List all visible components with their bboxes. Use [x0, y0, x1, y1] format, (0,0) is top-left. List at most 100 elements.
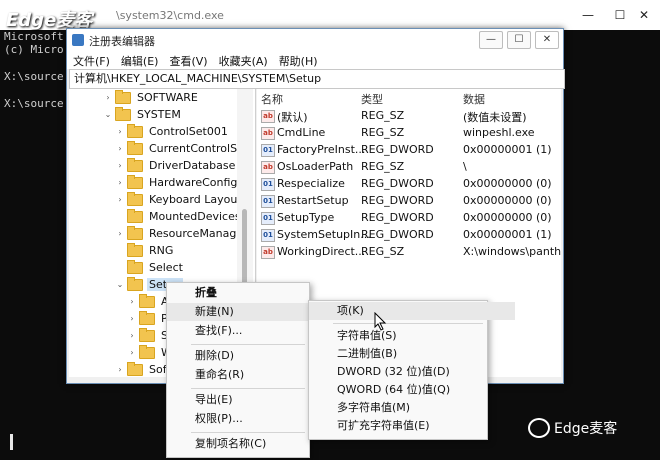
menu-item-new-expandable-string[interactable]: 可扩充字符串值(E) [309, 417, 515, 435]
chevron-right-icon[interactable]: › [115, 161, 125, 170]
regedit-titlebar[interactable]: 注册表编辑器 — ☐ ✕ [67, 29, 563, 51]
table-row[interactable]: 01 FactoryPreInst... REG_DWORD 0x00000001 (… [257, 141, 561, 158]
menu-view[interactable]: 查看(V) [163, 51, 212, 69]
chevron-right-icon[interactable]: › [115, 127, 125, 136]
regedit-app-icon [72, 34, 84, 46]
binary-value-icon: 01 [261, 212, 275, 225]
tree-item-currentcontrolset[interactable]: › CurrentControlSet [115, 140, 250, 157]
chevron-right-icon[interactable]: › [103, 93, 113, 102]
folder-icon [139, 310, 155, 325]
menu-separator [191, 344, 305, 345]
folder-icon [127, 361, 143, 376]
tree-item-mounteddevices[interactable]: MountedDevices [115, 208, 243, 225]
table-row[interactable]: 01 SetupType REG_DWORD 0x00000000 (0) [257, 209, 561, 226]
folder-icon [127, 157, 143, 172]
folder-icon [127, 242, 143, 257]
column-type[interactable]: 类型 [361, 91, 383, 107]
watermark-bottom: Edge麦客 [528, 418, 617, 438]
string-value-icon: ab [261, 110, 275, 123]
string-value-icon: ab [261, 246, 275, 259]
binary-value-icon: 01 [261, 195, 275, 208]
table-row[interactable]: ab WorkingDirect... REG_SZ X:\windows\panth… [257, 243, 561, 260]
column-name[interactable]: 名称 [261, 91, 283, 107]
column-data[interactable]: 数据 [463, 91, 485, 107]
menu-item-new-string[interactable]: 字符串值(S) [309, 327, 515, 345]
tree-item-setup-child[interactable]: › S [127, 327, 170, 344]
chevron-right-icon[interactable]: › [115, 144, 125, 153]
table-row[interactable]: 01 RestartSetup REG_DWORD 0x00000000 (0) [257, 192, 561, 209]
binary-value-icon: 01 [261, 229, 275, 242]
chevron-right-icon[interactable]: › [115, 178, 125, 187]
menu-separator [333, 323, 483, 324]
chevron-right-icon[interactable]: › [127, 331, 137, 340]
tree-item-setup-child[interactable]: › A [127, 293, 171, 310]
folder-icon [115, 106, 131, 121]
string-value-icon: ab [261, 127, 275, 140]
wechat-icon [528, 418, 550, 438]
text-cursor [10, 434, 13, 450]
tree-item-driverdatabase[interactable]: › DriverDatabase [115, 157, 237, 174]
regedit-title: 注册表编辑器 [89, 35, 155, 48]
chevron-down-icon[interactable]: ⌄ [103, 110, 113, 119]
tree-item-select[interactable]: Select [115, 259, 185, 276]
tree-item-hardwareconfig[interactable]: › HardwareConfig [115, 174, 239, 191]
cmd-line: X:\source [4, 97, 64, 110]
chevron-down-icon[interactable]: ⌄ [115, 280, 125, 289]
tree-item-system[interactable]: ⌄ SYSTEM [103, 106, 183, 123]
folder-icon [127, 140, 143, 155]
folder-icon [127, 208, 143, 223]
folder-icon [127, 225, 143, 240]
cmd-title: \system32\cmd.exe [116, 9, 224, 22]
menu-item-new-multi-string[interactable]: 多字符串值(M) [309, 399, 515, 417]
chevron-right-icon[interactable]: › [127, 297, 137, 306]
menu-item-new-binary[interactable]: 二进制值(B) [309, 345, 515, 363]
string-value-icon: ab [261, 161, 275, 174]
chevron-right-icon[interactable]: › [127, 314, 137, 323]
folder-icon [139, 344, 155, 359]
table-row[interactable]: ab (默认) REG_SZ (数值未设置) [257, 107, 561, 124]
folder-icon [127, 174, 143, 189]
folder-icon [115, 89, 131, 104]
menu-separator [191, 388, 305, 389]
table-row[interactable]: 01 SystemSetupIn... REG_DWORD 0x00000001 (1… [257, 226, 561, 243]
close-button[interactable]: ✕ [535, 31, 559, 49]
tree-item-software[interactable]: › SOFTWARE [103, 89, 200, 106]
list-header: 名称 类型 数据 [257, 89, 561, 107]
close-icon[interactable]: ✕ [624, 8, 660, 22]
menu-help[interactable]: 帮助(H) [273, 51, 323, 69]
binary-value-icon: 01 [261, 178, 275, 191]
folder-icon [139, 293, 155, 308]
tree-item-setup-child[interactable]: › P [127, 310, 170, 327]
folder-icon [127, 123, 143, 138]
menu-item-new-key[interactable]: 项(K) [309, 302, 515, 320]
menu-item-new-dword[interactable]: DWORD (32 位)值(D) [309, 363, 515, 381]
tree-item-resourcemanager[interactable]: › ResourceManager [115, 225, 250, 242]
chevron-right-icon[interactable]: › [127, 348, 137, 357]
menu-file[interactable]: 文件(F) [67, 51, 115, 69]
tree-item-keyboard-layout[interactable]: › Keyboard Layout [115, 191, 244, 208]
minimize-button[interactable]: — [479, 31, 503, 49]
binary-value-icon: 01 [261, 144, 275, 157]
mouse-pointer-icon [374, 312, 387, 331]
folder-icon [127, 191, 143, 206]
table-row[interactable]: ab CmdLine REG_SZ winpeshl.exe [257, 124, 561, 141]
tree-item-rng[interactable]: RNG [115, 242, 175, 259]
folder-icon [127, 259, 143, 274]
tree-item-controlset001[interactable]: › ControlSet001 [115, 123, 230, 140]
table-row[interactable]: 01 Respecialize REG_DWORD 0x00000000 (0) [257, 175, 561, 192]
menu-item-new-qword[interactable]: QWORD (64 位)值(Q) [309, 381, 515, 399]
folder-icon [127, 276, 143, 291]
chevron-right-icon[interactable]: › [115, 365, 125, 374]
menu-edit[interactable]: 编辑(E) [115, 51, 164, 69]
tree-item-software-partial[interactable]: › Soft [115, 361, 173, 377]
menu-separator [191, 432, 305, 433]
menu-favorites[interactable]: 收藏夹(A) [213, 51, 273, 69]
chevron-right-icon[interactable]: › [115, 195, 125, 204]
chevron-right-icon[interactable]: › [115, 229, 125, 238]
table-row[interactable]: ab OsLoaderPath REG_SZ \ [257, 158, 561, 175]
maximize-button[interactable]: ☐ [507, 31, 531, 49]
cmd-line: X:\source [4, 70, 64, 83]
folder-icon [139, 327, 155, 342]
cmd-titlebar[interactable]: \system32\cmd.exe — ☐ ✕ [0, 0, 660, 30]
address-bar[interactable]: 计算机\HKEY_LOCAL_MACHINE\SYSTEM\Setup [69, 69, 565, 89]
